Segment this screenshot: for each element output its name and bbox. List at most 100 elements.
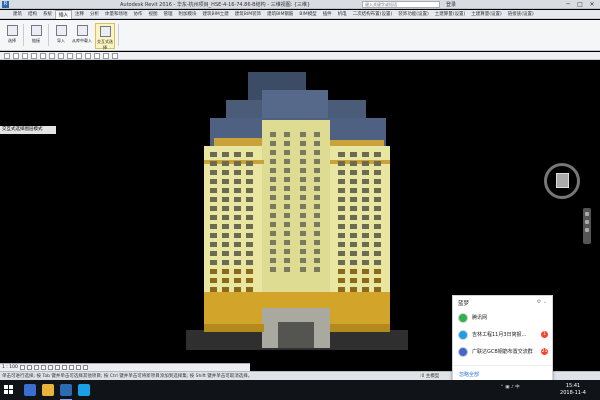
dropdown-icon[interactable] xyxy=(112,53,118,59)
ignore-all-link[interactable]: 忽略全部 xyxy=(459,371,479,378)
browser-icon[interactable] xyxy=(24,384,36,396)
ribbon-tab[interactable]: 注释 xyxy=(72,10,87,19)
shadows-icon[interactable] xyxy=(41,365,46,370)
ribbon-tab[interactable]: 建筑BIM装饰 xyxy=(232,10,264,19)
ribbon-tab[interactable]: 建筑BIM钢筋 xyxy=(264,10,296,19)
sign-in-link[interactable]: 登录 xyxy=(446,1,456,8)
ribbon-tab[interactable]: 装饰功能(设置) xyxy=(395,10,432,19)
window xyxy=(222,170,229,175)
detail-level-icon[interactable] xyxy=(20,365,25,370)
qq-message-item[interactable]: 广联达GCB钢筋布置交流群 25 xyxy=(453,343,552,360)
maximize-button[interactable]: □ xyxy=(574,0,586,9)
measure-icon[interactable] xyxy=(40,53,46,59)
section-icon[interactable] xyxy=(76,53,82,59)
ribbon-tab[interactable]: 系统 xyxy=(40,10,55,19)
window xyxy=(314,204,320,209)
pan-icon[interactable] xyxy=(585,228,589,232)
crop-view-icon[interactable] xyxy=(55,365,60,370)
window xyxy=(300,213,306,218)
window xyxy=(314,267,320,272)
workset-indicator[interactable]: :0 主模型 xyxy=(420,373,439,379)
load-from-library-button[interactable]: 从库中载入 xyxy=(72,23,92,49)
search-input[interactable]: 键入关键字或短语 xyxy=(362,1,440,8)
viewcube-icon[interactable] xyxy=(544,163,580,199)
select-button[interactable]: 选择 xyxy=(2,23,22,49)
window xyxy=(222,188,229,193)
window xyxy=(300,150,306,155)
close-hidden-icon[interactable] xyxy=(94,53,100,59)
revit-taskbar-icon[interactable] xyxy=(60,384,72,400)
thin-lines-icon[interactable] xyxy=(85,53,91,59)
close-button[interactable]: ✕ xyxy=(586,0,598,9)
lock-view-icon[interactable] xyxy=(69,365,74,370)
steering-wheel-icon[interactable] xyxy=(585,212,589,216)
window xyxy=(246,215,253,220)
link-button-label: 链接 xyxy=(32,38,40,43)
render-icon[interactable] xyxy=(48,365,53,370)
system-tray[interactable]: ⌃ ▣ ♪ 中 xyxy=(500,384,520,390)
viewcube-box[interactable] xyxy=(556,173,569,188)
window xyxy=(300,168,306,173)
windows-start-icon[interactable] xyxy=(4,385,14,395)
minimize-button[interactable]: ─ xyxy=(562,0,574,9)
ribbon-tab[interactable]: 链接族(设置) xyxy=(505,10,537,19)
import-button[interactable]: 导入 xyxy=(51,23,71,49)
window xyxy=(338,278,345,283)
window xyxy=(284,249,290,254)
qq-taskbar-icon[interactable] xyxy=(78,384,90,396)
window xyxy=(270,150,276,155)
window xyxy=(246,269,253,274)
qq-message-popup[interactable]: 蓝梦 ⚙ ⌄ 腾讯网 吉林工程11月3日简报... 1 广联达GCB钢筋布置交流… xyxy=(452,295,553,381)
show-crop-icon[interactable] xyxy=(62,365,67,370)
ribbon-tab[interactable]: 附加模块 xyxy=(176,10,200,19)
text-icon[interactable] xyxy=(58,53,64,59)
window xyxy=(362,233,369,238)
switch-window-icon[interactable] xyxy=(103,53,109,59)
window xyxy=(234,233,241,238)
navigation-bar[interactable] xyxy=(583,208,591,244)
revit-logo-icon[interactable]: R xyxy=(2,1,9,8)
ribbon-tab[interactable]: 土建算量(设置) xyxy=(432,10,469,19)
ribbon-tab[interactable]: 机电 xyxy=(335,10,350,19)
ribbon-tab[interactable]: 分析 xyxy=(87,10,102,19)
ribbon-tab[interactable]: 协作 xyxy=(131,10,146,19)
window xyxy=(234,278,241,283)
ribbon-tab[interactable]: 插入 xyxy=(55,9,72,19)
ribbon-tab[interactable]: 结构 xyxy=(25,10,40,19)
ribbon-tab[interactable]: 视图 xyxy=(146,10,161,19)
qq-popup-header: 蓝梦 ⚙ ⌄ xyxy=(453,296,552,309)
interactive-select-button[interactable]: 交互式选择 xyxy=(95,23,115,50)
tag-icon[interactable] xyxy=(49,53,55,59)
qq-message-item[interactable]: 吉林工程11月3日简报... 1 xyxy=(453,326,552,343)
window xyxy=(270,159,276,164)
qq-settings-icon[interactable]: ⚙ ⌄ xyxy=(537,299,547,305)
undo-icon[interactable] xyxy=(13,53,19,59)
window xyxy=(246,188,253,193)
zoom-icon[interactable] xyxy=(585,220,589,224)
link-button[interactable]: 链接 xyxy=(26,23,46,49)
ribbon-tab[interactable]: 建筑 xyxy=(10,10,25,19)
ribbon-tab[interactable]: 管理 xyxy=(161,10,176,19)
print-icon[interactable] xyxy=(31,53,37,59)
window xyxy=(234,260,241,265)
save-icon[interactable] xyxy=(4,53,10,59)
system-clock[interactable]: 15:41 2018-11-4 xyxy=(556,383,590,397)
ribbon-tab[interactable]: 建筑BIM土建 xyxy=(200,10,232,19)
ribbon-tab[interactable]: 插件 xyxy=(320,10,335,19)
ribbon-tab[interactable]: 土建算量(设置) xyxy=(468,10,505,19)
3d-view-icon[interactable] xyxy=(67,53,73,59)
ribbon-tab[interactable]: 体量和场地 xyxy=(102,10,131,19)
ribbon-tab[interactable]: 二次结构布置(设置) xyxy=(350,10,396,19)
visual-style-icon[interactable] xyxy=(27,365,32,370)
file-explorer-icon[interactable] xyxy=(42,384,54,396)
qq-message-item[interactable]: 腾讯网 xyxy=(453,309,552,326)
hide-isolate-icon[interactable] xyxy=(76,365,81,370)
window xyxy=(270,141,276,146)
window xyxy=(314,195,320,200)
view-scale[interactable]: 1 : 100 xyxy=(0,365,20,370)
reveal-hidden-icon[interactable] xyxy=(83,365,88,370)
view-tab-label[interactable]: 交互式选择图层模式 xyxy=(0,126,56,134)
sun-path-icon[interactable] xyxy=(34,365,39,370)
ribbon-tab[interactable]: BIM模型 xyxy=(296,10,319,19)
redo-icon[interactable] xyxy=(22,53,28,59)
